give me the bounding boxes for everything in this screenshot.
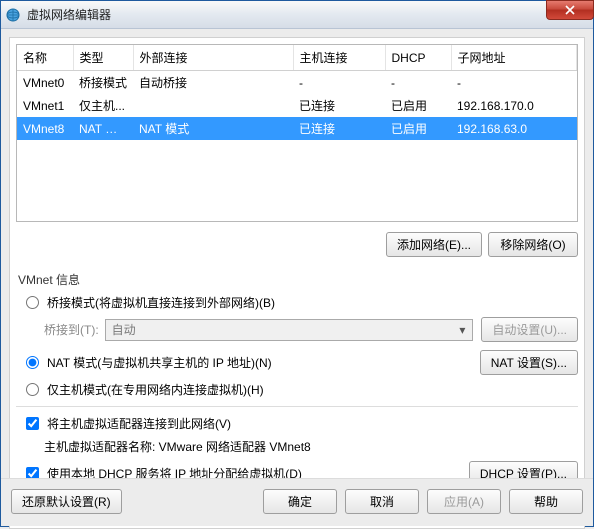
cell-name: VMnet8 bbox=[17, 117, 73, 140]
cell-host: 已连接 bbox=[293, 117, 385, 140]
add-network-button[interactable]: 添加网络(E)... bbox=[386, 232, 482, 257]
vmnet-info-title: VMnet 信息 bbox=[18, 271, 578, 288]
cell-dhcp: 已启用 bbox=[385, 117, 451, 140]
col-type[interactable]: 类型 bbox=[73, 45, 133, 71]
col-name[interactable]: 名称 bbox=[17, 45, 73, 71]
bridged-radio[interactable] bbox=[26, 296, 39, 309]
connect-host-checkbox[interactable] bbox=[26, 417, 39, 430]
restore-defaults-button[interactable]: 还原默认设置(R) bbox=[11, 489, 122, 514]
cell-dhcp: 已启用 bbox=[385, 94, 451, 117]
network-table[interactable]: 名称 类型 外部连接 主机连接 DHCP 子网地址 VMnet0桥接模式自动桥接… bbox=[16, 44, 578, 222]
table-row[interactable]: VMnet8NAT 模式NAT 模式已连接已启用192.168.63.0 bbox=[17, 117, 577, 140]
connect-host-label: 将主机虚拟适配器连接到此网络(V) bbox=[47, 415, 231, 432]
window-title: 虚拟网络编辑器 bbox=[27, 6, 111, 23]
col-external[interactable]: 外部连接 bbox=[133, 45, 293, 71]
main-content: 名称 类型 外部连接 主机连接 DHCP 子网地址 VMnet0桥接模式自动桥接… bbox=[9, 37, 585, 529]
cell-name: VMnet0 bbox=[17, 71, 73, 95]
bridged-to-label: 桥接到(T): bbox=[44, 321, 99, 338]
col-subnet[interactable]: 子网地址 bbox=[451, 45, 577, 71]
table-row[interactable]: VMnet0桥接模式自动桥接--- bbox=[17, 71, 577, 95]
cell-subnet: 192.168.170.0 bbox=[451, 94, 577, 117]
cell-host: - bbox=[293, 71, 385, 95]
titlebar: 虚拟网络编辑器 bbox=[1, 1, 593, 29]
cell-subnet: 192.168.63.0 bbox=[451, 117, 577, 140]
nat-radio[interactable] bbox=[26, 356, 39, 369]
cell-dhcp: - bbox=[385, 71, 451, 95]
cell-external: NAT 模式 bbox=[133, 117, 293, 140]
table-header-row: 名称 类型 外部连接 主机连接 DHCP 子网地址 bbox=[17, 45, 577, 71]
close-button[interactable] bbox=[546, 0, 594, 20]
auto-settings-button: 自动设置(U)... bbox=[481, 317, 578, 342]
apply-button: 应用(A) bbox=[427, 489, 501, 514]
adapter-name-label: 主机虚拟适配器名称: VMware 网络适配器 VMnet8 bbox=[44, 438, 311, 455]
bridged-to-combo: 自动 ▾ bbox=[105, 319, 474, 341]
cancel-button[interactable]: 取消 bbox=[345, 489, 419, 514]
cell-external: 自动桥接 bbox=[133, 71, 293, 95]
hostonly-radio[interactable] bbox=[26, 383, 39, 396]
cell-type: 桥接模式 bbox=[73, 71, 133, 95]
nat-settings-button[interactable]: NAT 设置(S)... bbox=[480, 350, 578, 375]
col-dhcp[interactable]: DHCP bbox=[385, 45, 451, 71]
hostonly-label: 仅主机模式(在专用网络内连接虚拟机)(H) bbox=[47, 381, 264, 398]
cell-name: VMnet1 bbox=[17, 94, 73, 117]
app-icon bbox=[5, 7, 21, 23]
cell-external bbox=[133, 94, 293, 117]
close-icon bbox=[564, 5, 576, 15]
nat-label: NAT 模式(与虚拟机共享主机的 IP 地址)(N) bbox=[47, 354, 272, 371]
cell-subnet: - bbox=[451, 71, 577, 95]
bridged-label: 桥接模式(将虚拟机直接连接到外部网络)(B) bbox=[47, 294, 275, 311]
cell-type: NAT 模式 bbox=[73, 117, 133, 140]
cell-host: 已连接 bbox=[293, 94, 385, 117]
ok-button[interactable]: 确定 bbox=[263, 489, 337, 514]
help-button[interactable]: 帮助 bbox=[509, 489, 583, 514]
chevron-down-icon: ▾ bbox=[454, 321, 470, 339]
bottom-bar: 还原默认设置(R) 确定 取消 应用(A) 帮助 bbox=[1, 478, 593, 526]
table-row[interactable]: VMnet1仅主机... 已连接已启用192.168.170.0 bbox=[17, 94, 577, 117]
cell-type: 仅主机... bbox=[73, 94, 133, 117]
bridged-to-value: 自动 bbox=[112, 321, 136, 338]
remove-network-button[interactable]: 移除网络(O) bbox=[488, 232, 578, 257]
col-host[interactable]: 主机连接 bbox=[293, 45, 385, 71]
